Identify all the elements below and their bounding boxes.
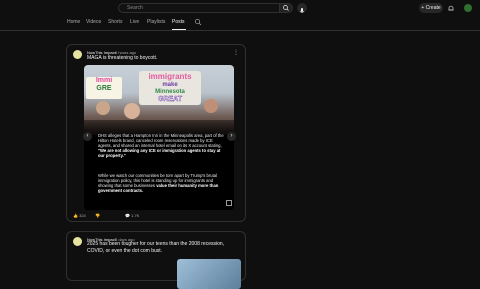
channel-avatar[interactable] (73, 237, 82, 246)
expand-icon[interactable] (226, 200, 232, 206)
create-button[interactable]: + Create (419, 3, 443, 13)
channel-avatar[interactable] (73, 50, 82, 59)
carousel-prev-button[interactable]: ‹ (83, 132, 92, 141)
dislike-button[interactable]: 👎 (95, 213, 100, 218)
tab-videos[interactable]: Videos (86, 19, 101, 25)
post-text: MAGA is threatening to boycott. (87, 55, 158, 61)
comments-button[interactable]: 💬 1.7K (125, 213, 139, 218)
thumbs-down-icon: 👎 (95, 213, 100, 218)
comment-icon: 💬 (125, 213, 130, 218)
tab-home[interactable]: Home (67, 19, 80, 25)
account-avatar[interactable] (464, 4, 472, 12)
carousel-next-button[interactable]: › (227, 132, 236, 141)
post-card: NowThis Impact 3 days ago 2025 has been … (66, 231, 246, 289)
tab-shorts[interactable]: Shorts (108, 19, 122, 25)
search-icon (283, 5, 289, 11)
chevron-left-icon: ‹ (86, 133, 89, 139)
search-button[interactable] (279, 3, 293, 13)
protest-sign: immigrants make Minnesota GREAT (139, 71, 201, 105)
tab-playlists[interactable]: Playlists (147, 19, 165, 25)
search-placeholder: Search (127, 5, 143, 11)
like-button[interactable]: 👍 324 (73, 213, 86, 218)
protest-sign-small: Immi GRE (86, 77, 122, 99)
tab-posts[interactable]: Posts (172, 19, 185, 25)
tabs-divider (0, 30, 480, 31)
post-image[interactable] (177, 259, 241, 289)
chevron-right-icon: › (230, 133, 233, 139)
channel-search-icon[interactable] (194, 18, 202, 26)
tab-live[interactable]: Live (130, 19, 139, 25)
thumbs-up-icon: 👍 (73, 213, 78, 218)
microphone-icon (299, 8, 305, 13)
voice-search-button[interactable] (297, 3, 307, 13)
search-input[interactable]: Search (118, 3, 280, 13)
notifications-bell-icon[interactable] (447, 4, 455, 12)
image-caption-2: While we watch our communities be torn a… (98, 173, 219, 193)
post-text: 2025 has been tougher for our teens than… (87, 241, 225, 254)
post-image[interactable]: Immi GRE immigrants make Minnesota GREAT… (84, 65, 234, 210)
post-card: NowThis Impact 4 hours ago ⋮ MAGA is thr… (66, 44, 246, 222)
image-caption-1: DHS alleges that a Hampton Inn in the Mi… (98, 133, 224, 158)
